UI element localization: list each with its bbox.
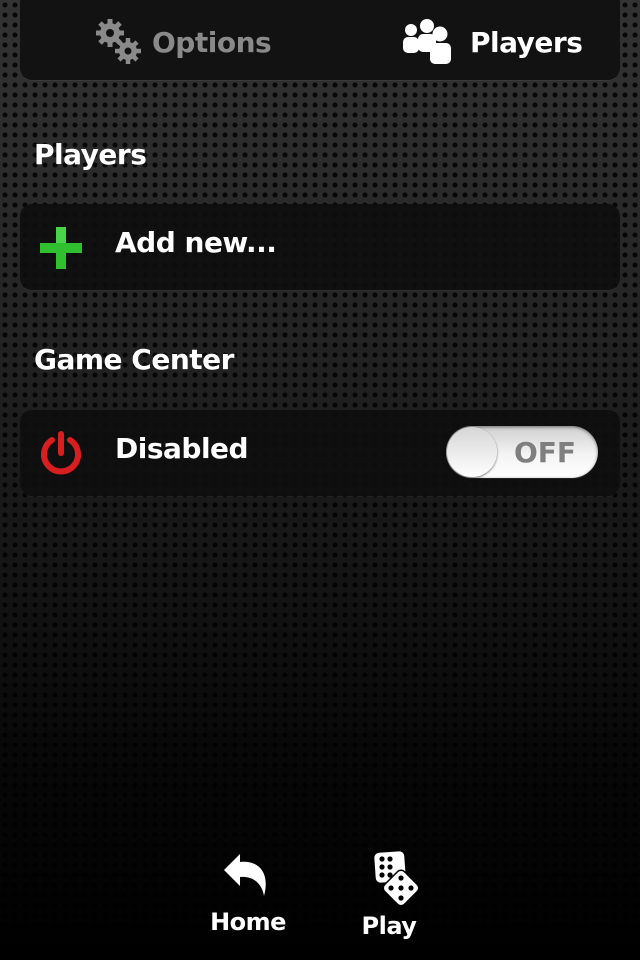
home-button[interactable]: Home [203,850,293,950]
power-icon [41,431,81,475]
game-center-status-label: Disabled [115,432,249,465]
play-label: Play [361,912,417,940]
toggle-state-label: OFF [514,436,577,469]
play-button[interactable]: Play [344,850,434,950]
people-icon [403,19,451,64]
tab-options-label: Options [152,25,272,59]
game-center-row: Disabled OFF [20,410,620,496]
add-new-label: Add new... [115,226,277,259]
add-new-player-row[interactable]: Add new... [20,204,620,290]
dice-icon [374,851,420,907]
tab-players-label: Players [470,25,583,59]
toggle-knob[interactable] [447,427,497,477]
game-center-section-title: Game Center [34,343,234,376]
game-center-toggle[interactable]: OFF [446,426,598,478]
players-section-title: Players [34,138,147,171]
home-label: Home [210,908,286,936]
gears-icon [96,19,141,64]
tab-options[interactable]: Options [92,0,272,84]
top-tab-bar: Options Players [20,0,620,80]
plus-icon [40,227,82,269]
back-arrow-icon [224,854,266,896]
tab-players[interactable]: Players [394,0,583,84]
